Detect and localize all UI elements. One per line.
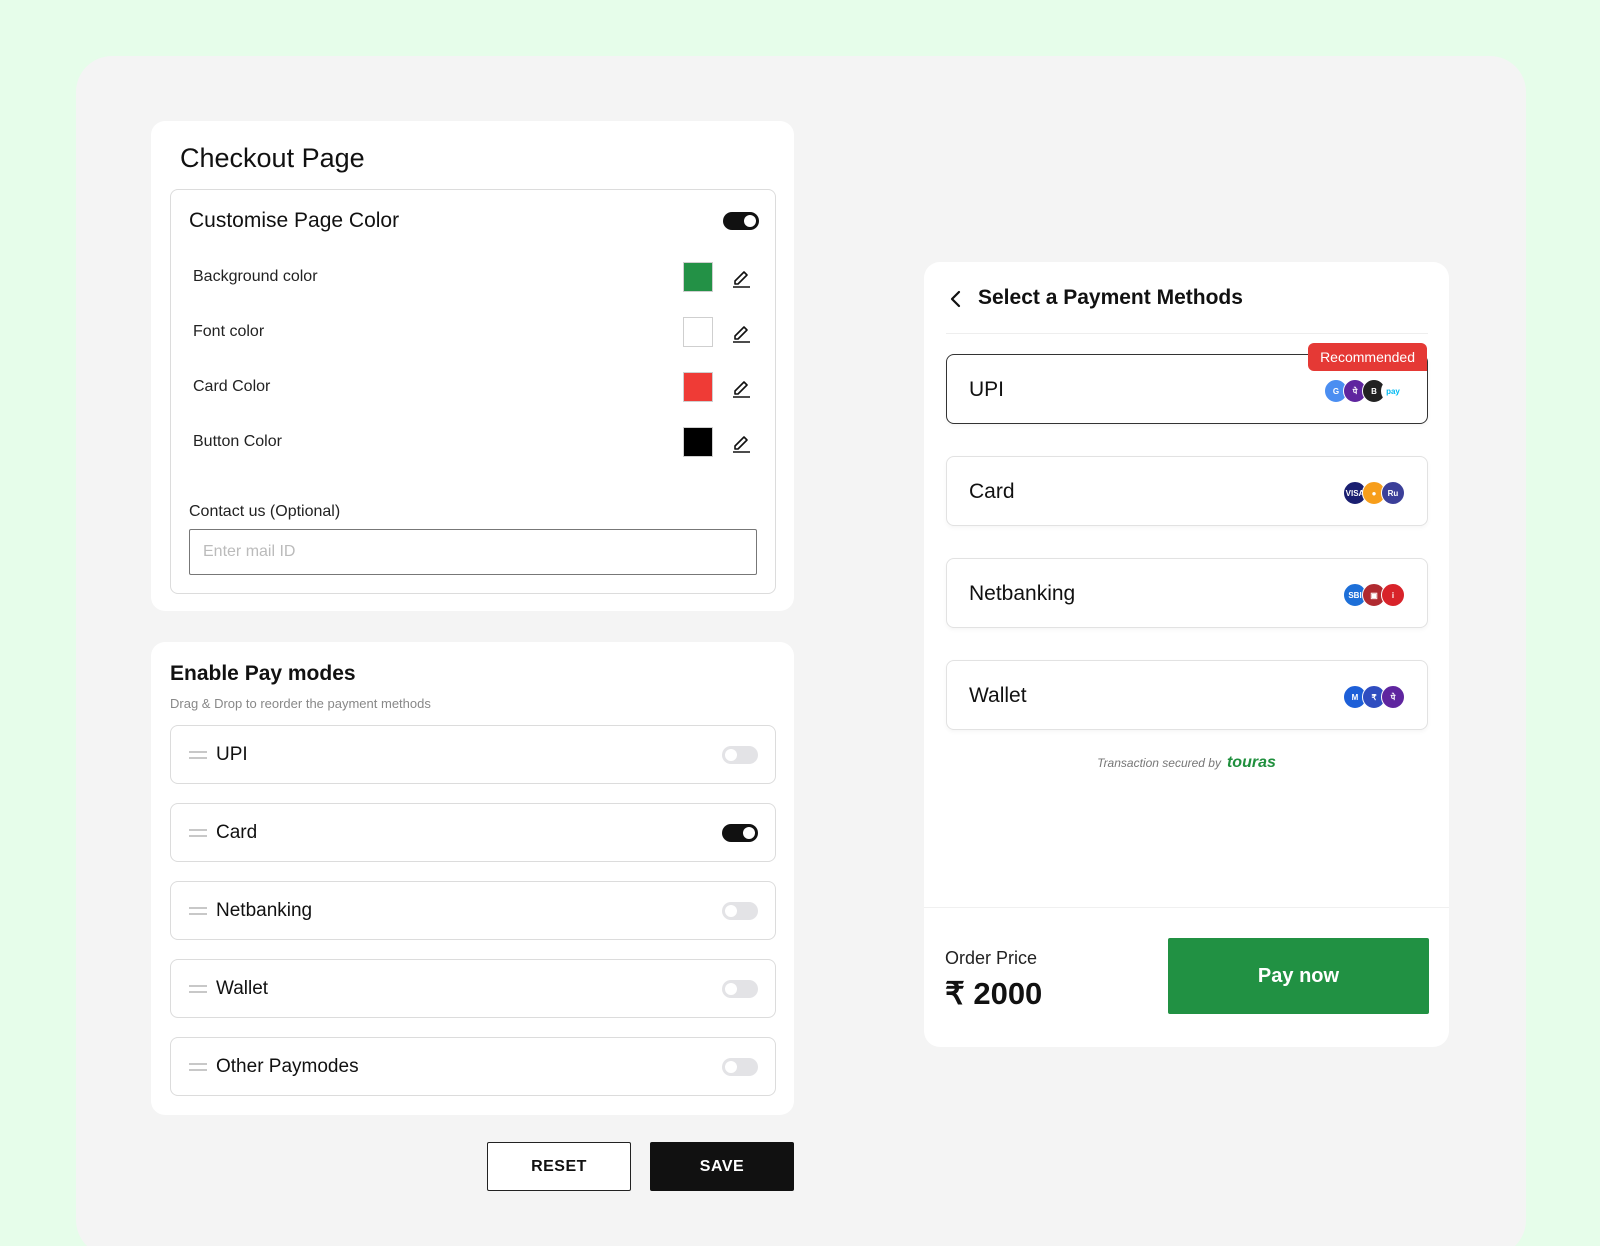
color-row-background: Background color xyxy=(193,262,753,292)
paymodes-subtitle: Drag & Drop to reorder the payment metho… xyxy=(170,696,431,711)
rupay-icon: Ru xyxy=(1381,481,1405,505)
method-wallet[interactable]: Wallet M ₹ पे xyxy=(946,660,1428,730)
paymode-label: UPI xyxy=(216,744,248,765)
hdfc-icon: i xyxy=(1381,583,1405,607)
paymodes-title: Enable Pay modes xyxy=(170,662,356,685)
save-button[interactable]: SAVE xyxy=(650,1142,794,1191)
page-title: Checkout Page xyxy=(180,143,365,173)
edit-pencil-icon[interactable] xyxy=(730,376,752,398)
phonepe-wallet-icon: पे xyxy=(1381,685,1405,709)
contact-label: Contact us (Optional) xyxy=(189,503,341,520)
color-label: Button Color xyxy=(193,433,282,450)
color-swatch[interactable] xyxy=(683,317,713,347)
order-price-label: Order Price xyxy=(945,948,1038,968)
secured-text: Transaction secured by xyxy=(1097,756,1221,770)
divider xyxy=(946,333,1428,334)
paymode-toggle[interactable] xyxy=(722,1058,758,1076)
color-row-card: Card Color xyxy=(193,372,753,402)
paymode-row-card[interactable]: Card xyxy=(170,803,776,862)
paymode-row-upi[interactable]: UPI xyxy=(170,725,776,784)
secured-note: Transaction secured by touras xyxy=(924,754,1449,772)
drag-handle-icon[interactable] xyxy=(189,828,209,838)
paymode-row-other[interactable]: Other Paymodes xyxy=(170,1037,776,1096)
paymode-toggle[interactable] xyxy=(722,980,758,998)
color-label: Font color xyxy=(193,323,265,340)
customise-color-title: Customise Page Color xyxy=(189,209,400,232)
edit-pencil-icon[interactable] xyxy=(730,321,752,343)
preview-title: Select a Payment Methods xyxy=(978,286,1243,309)
color-row-button: Button Color xyxy=(193,427,753,457)
method-label: UPI xyxy=(969,378,1005,401)
edit-pencil-icon[interactable] xyxy=(730,266,752,288)
method-upi[interactable]: UPI Recommended G पे B pay xyxy=(946,343,1428,424)
payment-preview-card: Select a Payment Methods UPI Recommended… xyxy=(924,262,1449,1047)
drag-handle-icon[interactable] xyxy=(189,1062,209,1072)
color-row-font: Font color xyxy=(193,317,753,347)
paymode-label: Netbanking xyxy=(216,900,313,921)
paymode-label: Other Paymodes xyxy=(216,1056,359,1077)
wallet-logos: M ₹ पे xyxy=(1343,685,1405,709)
customise-color-toggle[interactable] xyxy=(723,212,759,230)
divider xyxy=(924,907,1449,908)
paymode-row-wallet[interactable]: Wallet xyxy=(170,959,776,1018)
color-label: Card Color xyxy=(193,378,271,395)
netbanking-logos: SBI ▣ i xyxy=(1343,583,1405,607)
checkout-settings-card: Checkout Page Customise Page Color Backg… xyxy=(151,121,794,611)
method-label: Card xyxy=(969,480,1015,503)
upi-logos: G पे B pay xyxy=(1324,379,1405,403)
customise-color-section: Customise Page Color Background color Fo… xyxy=(170,189,776,594)
paymode-row-netbanking[interactable]: Netbanking xyxy=(170,881,776,940)
color-label: Background color xyxy=(193,268,318,285)
edit-pencil-icon[interactable] xyxy=(730,431,752,453)
back-arrow-icon[interactable] xyxy=(948,289,964,309)
paymode-toggle[interactable] xyxy=(722,824,758,842)
paymode-toggle[interactable] xyxy=(722,746,758,764)
touras-logo: touras xyxy=(1226,754,1276,771)
drag-handle-icon[interactable] xyxy=(189,906,209,916)
card-logos: VISA ● Ru xyxy=(1343,481,1405,505)
method-card[interactable]: Card VISA ● Ru xyxy=(946,456,1428,526)
method-label: Wallet xyxy=(969,684,1027,707)
method-netbanking[interactable]: Netbanking SBI ▣ i xyxy=(946,558,1428,628)
color-swatch[interactable] xyxy=(683,372,713,402)
paymode-label: Wallet xyxy=(216,978,269,999)
color-swatch[interactable] xyxy=(683,262,713,292)
paytm-icon: pay xyxy=(1381,379,1405,403)
paymode-toggle[interactable] xyxy=(722,902,758,920)
reset-button[interactable]: RESET xyxy=(487,1142,631,1191)
order-price-value: ₹ 2000 xyxy=(945,976,1043,1011)
contact-email-input[interactable] xyxy=(189,529,757,575)
paymodes-card: Enable Pay modes Drag & Drop to reorder … xyxy=(151,642,794,1115)
paymode-label: Card xyxy=(216,822,258,843)
method-label: Netbanking xyxy=(969,582,1076,605)
pay-now-button[interactable]: Pay now xyxy=(1168,938,1429,1014)
color-swatch[interactable] xyxy=(683,427,713,457)
drag-handle-icon[interactable] xyxy=(189,984,209,994)
recommended-badge: Recommended xyxy=(1308,343,1427,371)
drag-handle-icon[interactable] xyxy=(189,750,209,760)
